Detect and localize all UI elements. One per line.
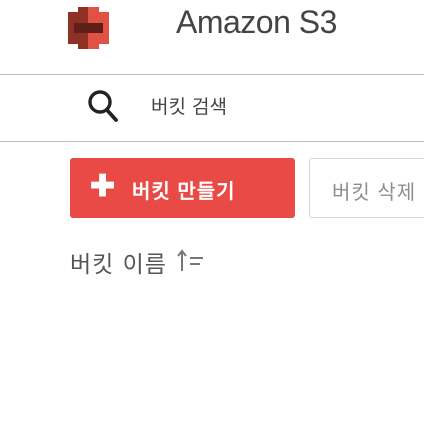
search-input[interactable] [151,91,411,123]
plus-icon: ✚ [90,170,116,203]
sort-icon[interactable] [177,249,205,273]
amazon-s3-bucket-icon [68,7,109,49]
header: Amazon S3 [0,0,424,60]
bucket-name-column-header[interactable]: 버킷 이름 [70,245,167,279]
create-bucket-button[interactable]: ✚ 버킷 만들기 [70,158,295,218]
create-bucket-label: 버킷 만들기 [132,181,236,203]
search-box[interactable] [0,74,424,142]
search-icon [88,90,118,122]
delete-bucket-button[interactable]: 버킷 삭제 [309,158,424,218]
delete-bucket-label: 버킷 삭제 [332,182,417,204]
app-title: Amazon S3 [176,4,337,40]
